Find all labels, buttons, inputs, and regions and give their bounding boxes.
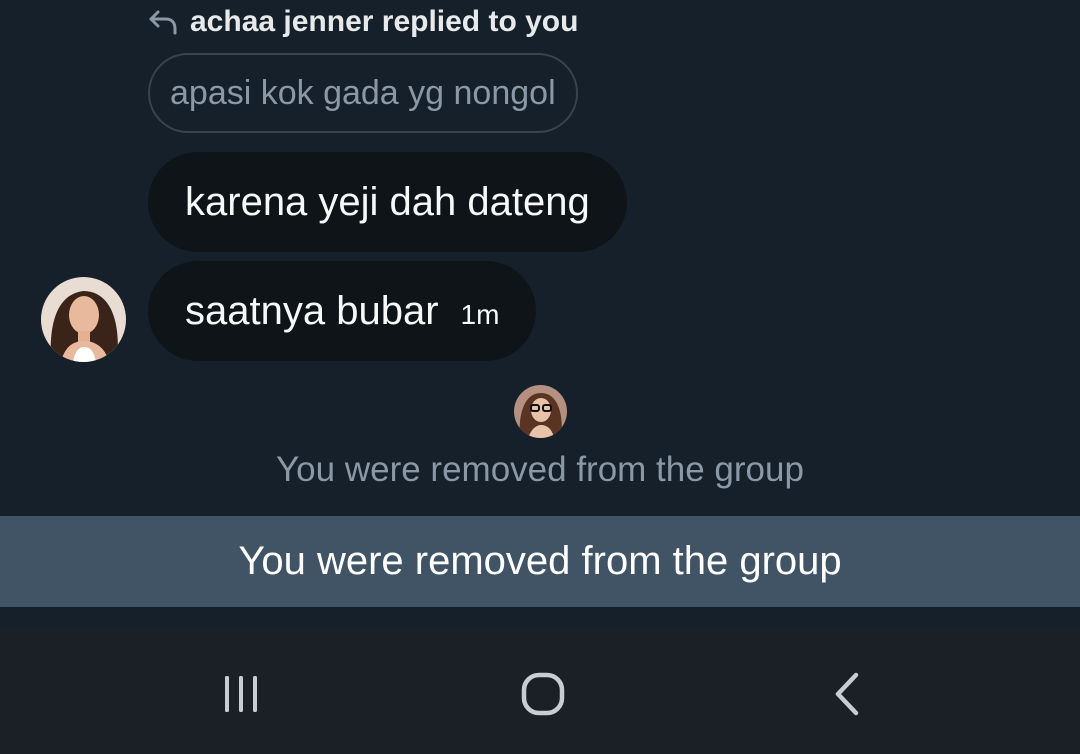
divider	[0, 607, 1080, 629]
recent-apps-icon	[225, 676, 257, 712]
quoted-message[interactable]: apasi kok gada yg nongol	[148, 53, 578, 133]
message-bubble[interactable]: karena yeji dah dateng	[148, 152, 627, 252]
system-message: You were removed from the group	[276, 450, 804, 489]
reply-header-label: achaa jenner replied to you	[190, 5, 579, 38]
removed-banner: You were removed from the group	[0, 516, 1080, 607]
removed-banner-text: You were removed from the group	[238, 539, 842, 583]
recent-apps-button[interactable]	[201, 659, 281, 729]
message-text: karena yeji dah dateng	[185, 179, 590, 224]
home-icon	[521, 672, 565, 716]
message-bubble[interactable]: saatnya bubar 1m	[148, 261, 537, 361]
remover-avatar[interactable]	[514, 385, 567, 438]
home-button[interactable]	[503, 659, 583, 729]
system-navigation-bar	[0, 629, 1080, 754]
avatar-image	[514, 385, 567, 438]
back-icon	[835, 672, 859, 716]
message-timestamp: 1m	[460, 299, 500, 330]
quoted-message-text: apasi kok gada yg nongol	[170, 73, 556, 112]
back-button[interactable]	[806, 659, 886, 729]
chat-thread: achaa jenner replied to you apasi kok ga…	[0, 0, 1080, 516]
reply-arrow-icon	[149, 10, 177, 35]
message-text: saatnya bubar	[185, 288, 439, 333]
reply-header: achaa jenner replied to you	[148, 2, 578, 42]
avatar-image	[41, 277, 126, 362]
sender-avatar[interactable]	[41, 277, 126, 362]
